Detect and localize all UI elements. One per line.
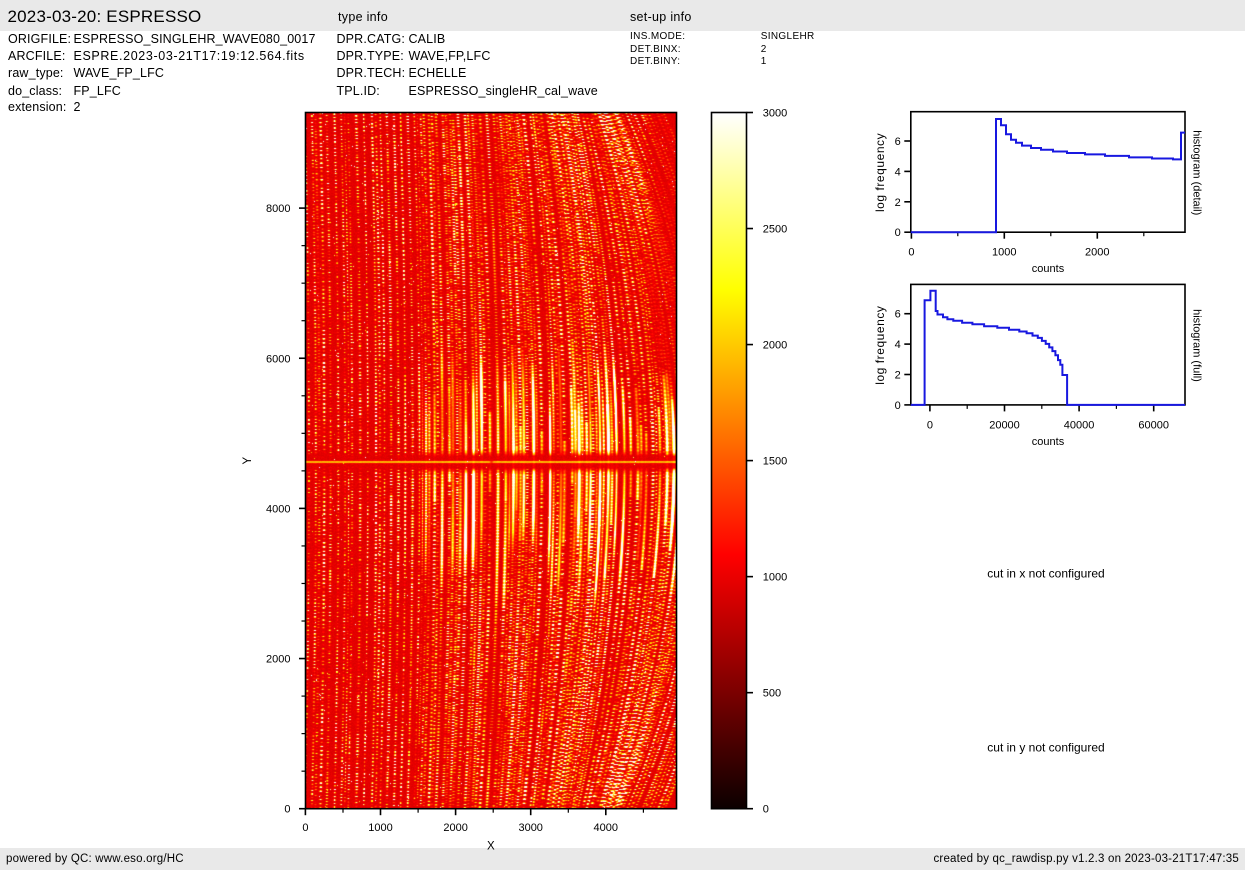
svg-text:counts: counts — [1032, 436, 1065, 448]
svg-text:2000: 2000 — [266, 654, 290, 666]
svg-text:2000: 2000 — [1085, 247, 1109, 259]
svg-text:cut in y not configured: cut in y not configured — [987, 740, 1104, 754]
svg-text:4: 4 — [895, 339, 901, 351]
svg-text:60000: 60000 — [1138, 419, 1169, 431]
svg-text:2000: 2000 — [763, 340, 787, 352]
svg-text:4000: 4000 — [594, 822, 618, 834]
svg-text:1000: 1000 — [992, 247, 1016, 259]
svg-text:log frequency: log frequency — [873, 306, 887, 385]
svg-text:6: 6 — [895, 309, 901, 321]
svg-text:2500: 2500 — [763, 224, 787, 236]
svg-text:6: 6 — [895, 136, 901, 148]
svg-text:histogram (full): histogram (full) — [1191, 309, 1203, 382]
svg-text:0: 0 — [908, 247, 914, 259]
svg-text:0: 0 — [763, 804, 769, 816]
svg-text:1500: 1500 — [763, 456, 787, 468]
svg-text:1000: 1000 — [763, 572, 787, 584]
svg-text:2: 2 — [895, 370, 901, 382]
svg-text:20000: 20000 — [989, 419, 1020, 431]
svg-text:cut in x not configured: cut in x not configured — [987, 566, 1104, 580]
svg-text:0: 0 — [895, 227, 901, 239]
svg-text:counts: counts — [1032, 263, 1065, 275]
svg-text:2: 2 — [895, 197, 901, 209]
svg-text:0: 0 — [895, 400, 901, 412]
svg-text:log frequency: log frequency — [873, 133, 887, 212]
svg-text:6000: 6000 — [266, 353, 290, 365]
svg-text:500: 500 — [763, 688, 781, 700]
svg-text:4000: 4000 — [266, 503, 290, 515]
svg-text:4: 4 — [895, 166, 901, 178]
svg-text:1000: 1000 — [368, 822, 392, 834]
svg-text:0: 0 — [302, 822, 308, 834]
svg-text:0: 0 — [927, 419, 933, 431]
svg-text:Y: Y — [242, 457, 254, 465]
svg-text:40000: 40000 — [1064, 419, 1095, 431]
svg-text:3000: 3000 — [763, 108, 787, 120]
svg-text:3000: 3000 — [518, 822, 542, 834]
svg-text:histogram (detail): histogram (detail) — [1191, 130, 1203, 215]
svg-text:0: 0 — [284, 804, 290, 816]
svg-text:X: X — [487, 840, 495, 852]
svg-text:2000: 2000 — [443, 822, 467, 834]
svg-text:8000: 8000 — [266, 203, 290, 215]
